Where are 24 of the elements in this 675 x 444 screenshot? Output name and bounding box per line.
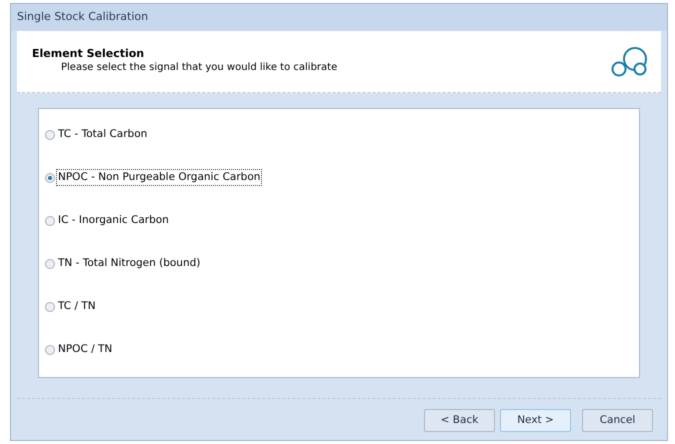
- radio-button[interactable]: [45, 302, 55, 312]
- header-title: Element Selection: [32, 47, 146, 61]
- option-label: NPOC / TN: [57, 342, 114, 357]
- wizard-button[interactable]: Next >: [500, 409, 571, 432]
- radio-button[interactable]: [45, 258, 55, 268]
- radio-button[interactable]: [45, 216, 55, 226]
- radio-option[interactable]: IC - Inorganic Carbon: [45, 199, 170, 242]
- wizard-button[interactable]: Cancel: [582, 409, 653, 432]
- radio-option[interactable]: NPOC / TN: [45, 328, 114, 371]
- radio-option[interactable]: TC - Total Carbon: [45, 113, 148, 156]
- header-subtitle: Please select the signal that you would like to calibrate: [60, 61, 338, 75]
- radio-option[interactable]: TN - Total Nitrogen (bound): [45, 242, 202, 285]
- window-title: Single Stock Calibration: [17, 9, 148, 26]
- wizard-button[interactable]: < Back: [424, 409, 495, 432]
- radio-button[interactable]: [45, 344, 55, 354]
- radio-button[interactable]: [45, 130, 55, 140]
- option-label: IC - Inorganic Carbon: [57, 212, 170, 228]
- radio-option[interactable]: TC / TN: [45, 285, 97, 328]
- radio-button[interactable]: [45, 172, 55, 182]
- option-label: TC / TN: [57, 298, 97, 314]
- option-label: NPOC - Non Purgeable Organic Carbon: [57, 170, 262, 186]
- option-label: TN - Total Nitrogen (bound): [57, 256, 202, 271]
- radio-option[interactable]: NPOC - Non Purgeable Organic Carbon: [45, 156, 262, 199]
- option-label: TC - Total Carbon: [57, 126, 148, 142]
